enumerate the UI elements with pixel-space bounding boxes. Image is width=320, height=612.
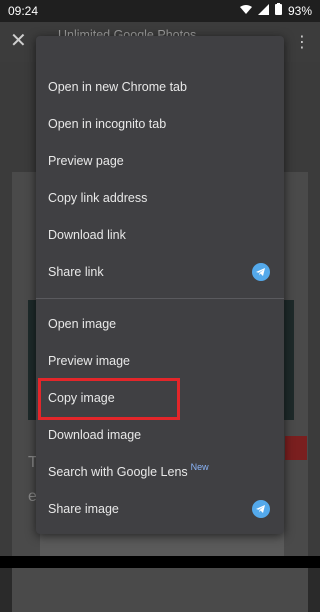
menu-item-label: Share link <box>48 265 104 279</box>
menu-item-share-link[interactable]: Share link <box>36 254 284 291</box>
bg-red-button <box>285 436 307 460</box>
menu-item-download-link[interactable]: Download link <box>36 217 284 254</box>
menu-item-google-lens[interactable]: Search with Google Lens New <box>36 454 284 491</box>
telegram-icon <box>252 500 270 518</box>
menu-item-label: Preview page <box>48 154 124 168</box>
menu-item-open-image[interactable]: Open image <box>36 306 284 343</box>
menu-item-label: Share image <box>48 502 119 516</box>
menu-item-open-incognito[interactable]: Open in incognito tab <box>36 106 284 143</box>
status-bar: 09:24 93% <box>0 0 320 22</box>
menu-item-label: Download link <box>48 228 126 242</box>
navigation-bar <box>0 556 320 568</box>
menu-item-preview-image[interactable]: Preview image <box>36 343 284 380</box>
menu-item-label: Download image <box>48 428 142 442</box>
highlight-box <box>38 378 180 420</box>
menu-item-download-image[interactable]: Download image <box>36 417 284 454</box>
menu-item-label: Search with Google Lens New <box>48 462 209 479</box>
battery-percent: 93% <box>287 3 312 18</box>
menu-item-label: Preview image <box>48 354 130 368</box>
close-icon[interactable]: ✕ <box>10 31 27 51</box>
menu-item-preview-page[interactable]: Preview page <box>36 143 284 180</box>
menu-item-open-new-tab[interactable]: Open in new Chrome tab <box>36 69 284 106</box>
menu-item-label: Open image <box>48 317 117 331</box>
new-badge: New <box>190 462 209 472</box>
menu-divider <box>36 298 284 299</box>
menu-item-label: Open in incognito tab <box>48 117 167 131</box>
context-menu: Open in new Chrome tab Open in incognito… <box>36 36 284 534</box>
battery-icon <box>274 3 282 18</box>
menu-item-copy-link[interactable]: Copy link address <box>36 180 284 217</box>
menu-item-label: Copy link address <box>48 191 148 205</box>
menu-item-label: Open in new Chrome tab <box>48 80 187 94</box>
wifi-icon <box>239 4 252 18</box>
status-right: 93% <box>239 3 312 18</box>
menu-item-share-image[interactable]: Share image <box>36 491 284 528</box>
status-time: 09:24 <box>8 4 39 18</box>
menu-item-label-text: Search with Google Lens <box>48 465 188 479</box>
signal-icon <box>257 3 269 18</box>
more-vert-icon[interactable]: ⋮ <box>294 32 310 52</box>
telegram-icon <box>252 263 270 281</box>
